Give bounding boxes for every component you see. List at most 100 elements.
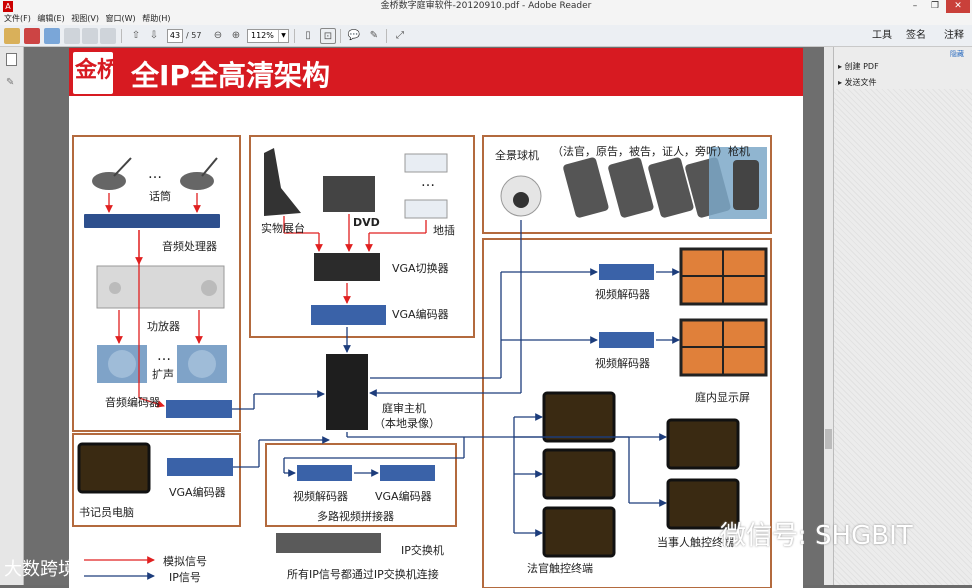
label-panoramic-camera: 全景球机 bbox=[495, 149, 539, 162]
fit-width-icon[interactable]: ⊡ bbox=[320, 28, 336, 44]
toolbar: ⇧ ⇩ 43 / 57 ⊖ ⊕ 112% ▼ ▯ ⊡ 💬 ✎ ⤢ 工具 签名 注释 bbox=[0, 25, 972, 47]
brand-logo-glyph: 金桥 bbox=[75, 58, 120, 83]
close-window-button[interactable]: ✕ bbox=[946, 0, 970, 13]
chevron-down-icon: ▼ bbox=[278, 30, 288, 42]
dots-mic: … bbox=[148, 166, 162, 182]
sign-tab[interactable]: 签名 bbox=[906, 29, 926, 43]
label-ip-note: 所有IP信号都通过IP交换机连接 bbox=[287, 568, 439, 581]
label-dvd: DVD bbox=[353, 216, 380, 229]
tools-tab[interactable]: 工具 bbox=[872, 29, 892, 43]
previous-page-icon[interactable]: ⇧ bbox=[128, 28, 144, 44]
label-judge-terminal: 法官触控终端 bbox=[527, 562, 593, 575]
label-multiview-splicer: 多路视频拼接器 bbox=[317, 510, 394, 523]
menu-view[interactable]: 视图(V) bbox=[71, 13, 99, 25]
multiview-encoder bbox=[380, 465, 435, 481]
save-icon[interactable] bbox=[64, 28, 80, 44]
panel-background bbox=[834, 89, 972, 585]
label-ip-switch: IP交换机 bbox=[401, 544, 444, 557]
multiview-decoder bbox=[297, 465, 352, 481]
document-camera-device bbox=[264, 148, 301, 216]
comment-tab[interactable]: 注释 bbox=[944, 29, 964, 43]
hide-panel-link[interactable]: 隐藏 bbox=[950, 49, 964, 59]
email-icon[interactable] bbox=[100, 28, 116, 44]
label-multiview-decoder: 视频解码器 bbox=[293, 490, 348, 503]
label-amplifier: 功放器 bbox=[147, 320, 180, 333]
legend-ip-label: IP信号 bbox=[169, 571, 201, 584]
label-court-host: 庭审主机 bbox=[382, 402, 426, 415]
watermark-wechat: 微信号: SHGBIT bbox=[720, 521, 913, 551]
dots-speaker: … bbox=[157, 348, 171, 364]
label-clerk-pc: 书记员电脑 bbox=[79, 506, 134, 519]
clerk-pc-screen bbox=[77, 442, 151, 494]
vertical-scrollbar[interactable] bbox=[824, 47, 833, 585]
video-decoder-2 bbox=[599, 332, 654, 348]
zoom-out-icon[interactable]: ⊖ bbox=[210, 28, 226, 44]
document-area: 金桥 SHGBIT 全IP全高清架构 … 话筒 音频处理器 功放器 … 扩声 音… bbox=[24, 47, 827, 588]
menu-bar: 文件(F) 编辑(E) 视图(V) 窗口(W) 帮助(H) bbox=[0, 13, 972, 25]
dvd-device bbox=[323, 176, 375, 212]
menu-help[interactable]: 帮助(H) bbox=[142, 13, 170, 25]
label-camera-roles: （法官，原告，被告，证人，旁听）枪机 bbox=[552, 145, 750, 158]
label-floor-plug: 地插 bbox=[433, 224, 455, 237]
highlight-icon[interactable]: ✎ bbox=[366, 28, 382, 44]
tools-panel: 隐藏 ▸ 创建 PDF ▸ 发送文件 bbox=[833, 47, 972, 585]
menu-window[interactable]: 窗口(W) bbox=[106, 13, 136, 25]
combine-files-icon[interactable] bbox=[24, 28, 40, 44]
label-vga-switch: VGA切换器 bbox=[392, 262, 449, 275]
label-video-decoder-2: 视频解码器 bbox=[595, 357, 650, 370]
audio-encoder-device bbox=[166, 400, 232, 418]
print-icon[interactable] bbox=[82, 28, 98, 44]
minimize-button[interactable]: – bbox=[908, 0, 922, 13]
judge-terminal-3 bbox=[542, 506, 616, 558]
party-terminal-1 bbox=[666, 418, 740, 470]
label-video-decoder-1: 视频解码器 bbox=[595, 288, 650, 301]
zoom-in-icon[interactable]: ⊕ bbox=[228, 28, 244, 44]
court-host-tower bbox=[326, 354, 368, 430]
label-speaker: 扩声 bbox=[152, 368, 174, 381]
window-title-bar: A 金桥数字庭审软件-20120910.pdf - Adobe Reader –… bbox=[0, 0, 972, 13]
page-thumbnails-icon[interactable] bbox=[6, 53, 17, 66]
label-vga-encoder-top: VGA编码器 bbox=[392, 308, 449, 321]
judge-terminal-2 bbox=[542, 448, 616, 500]
label-mic: 话筒 bbox=[149, 190, 171, 203]
zoom-select[interactable]: 112% ▼ bbox=[247, 29, 289, 43]
next-page-icon[interactable]: ⇩ bbox=[146, 28, 162, 44]
brand-logo-text: SHGBIT bbox=[75, 84, 108, 92]
label-clerk-encoder: VGA编码器 bbox=[169, 486, 226, 499]
legend-analog-label: 模拟信号 bbox=[163, 555, 207, 568]
slide-title: 全IP全高清架构 bbox=[131, 59, 330, 92]
scrollbar-thumb[interactable] bbox=[825, 429, 832, 449]
page-total: / 57 bbox=[186, 31, 202, 40]
label-court-host-sub: （本地录像） bbox=[374, 417, 440, 430]
vga-encoder-device bbox=[311, 305, 386, 325]
fit-page-icon[interactable]: ▯ bbox=[300, 28, 316, 44]
send-file-item[interactable]: ▸ 发送文件 bbox=[838, 77, 877, 88]
microphone-left bbox=[92, 172, 126, 190]
dots-plug: … bbox=[421, 174, 435, 190]
clerk-vga-encoder bbox=[167, 458, 233, 476]
label-audio-encoder: 音频编码器 bbox=[105, 396, 160, 409]
label-audio-processor: 音频处理器 bbox=[162, 240, 217, 253]
bullet-camera-plaintiff bbox=[608, 157, 654, 218]
menu-file[interactable]: 文件(F) bbox=[4, 13, 31, 25]
vga-switch-device bbox=[314, 253, 380, 281]
comment-bubble-icon[interactable]: 💬 bbox=[346, 28, 362, 44]
ip-switch-device bbox=[276, 533, 381, 553]
attachments-icon[interactable]: ✎ bbox=[6, 77, 17, 88]
read-mode-icon[interactable]: ⤢ bbox=[392, 28, 408, 44]
bullet-camera-judge bbox=[563, 157, 609, 218]
menu-edit[interactable]: 编辑(E) bbox=[37, 13, 64, 25]
microphone-right bbox=[180, 172, 214, 190]
window-title: 金桥数字庭审软件-20120910.pdf - Adobe Reader bbox=[380, 1, 592, 11]
open-icon[interactable] bbox=[44, 28, 60, 44]
create-pdf-item[interactable]: ▸ 创建 PDF bbox=[838, 61, 879, 72]
audio-processor-device bbox=[84, 214, 220, 228]
page-number-input[interactable]: 43 bbox=[167, 29, 183, 43]
floor-plug-bottom bbox=[404, 199, 448, 219]
label-document-camera: 实物展台 bbox=[261, 222, 305, 235]
judge-terminal-1 bbox=[542, 391, 616, 443]
create-pdf-icon[interactable] bbox=[4, 28, 20, 44]
video-decoder-1 bbox=[599, 264, 654, 280]
label-multiview-encoder: VGA编码器 bbox=[375, 490, 432, 503]
restore-button[interactable]: ❐ bbox=[928, 0, 942, 13]
